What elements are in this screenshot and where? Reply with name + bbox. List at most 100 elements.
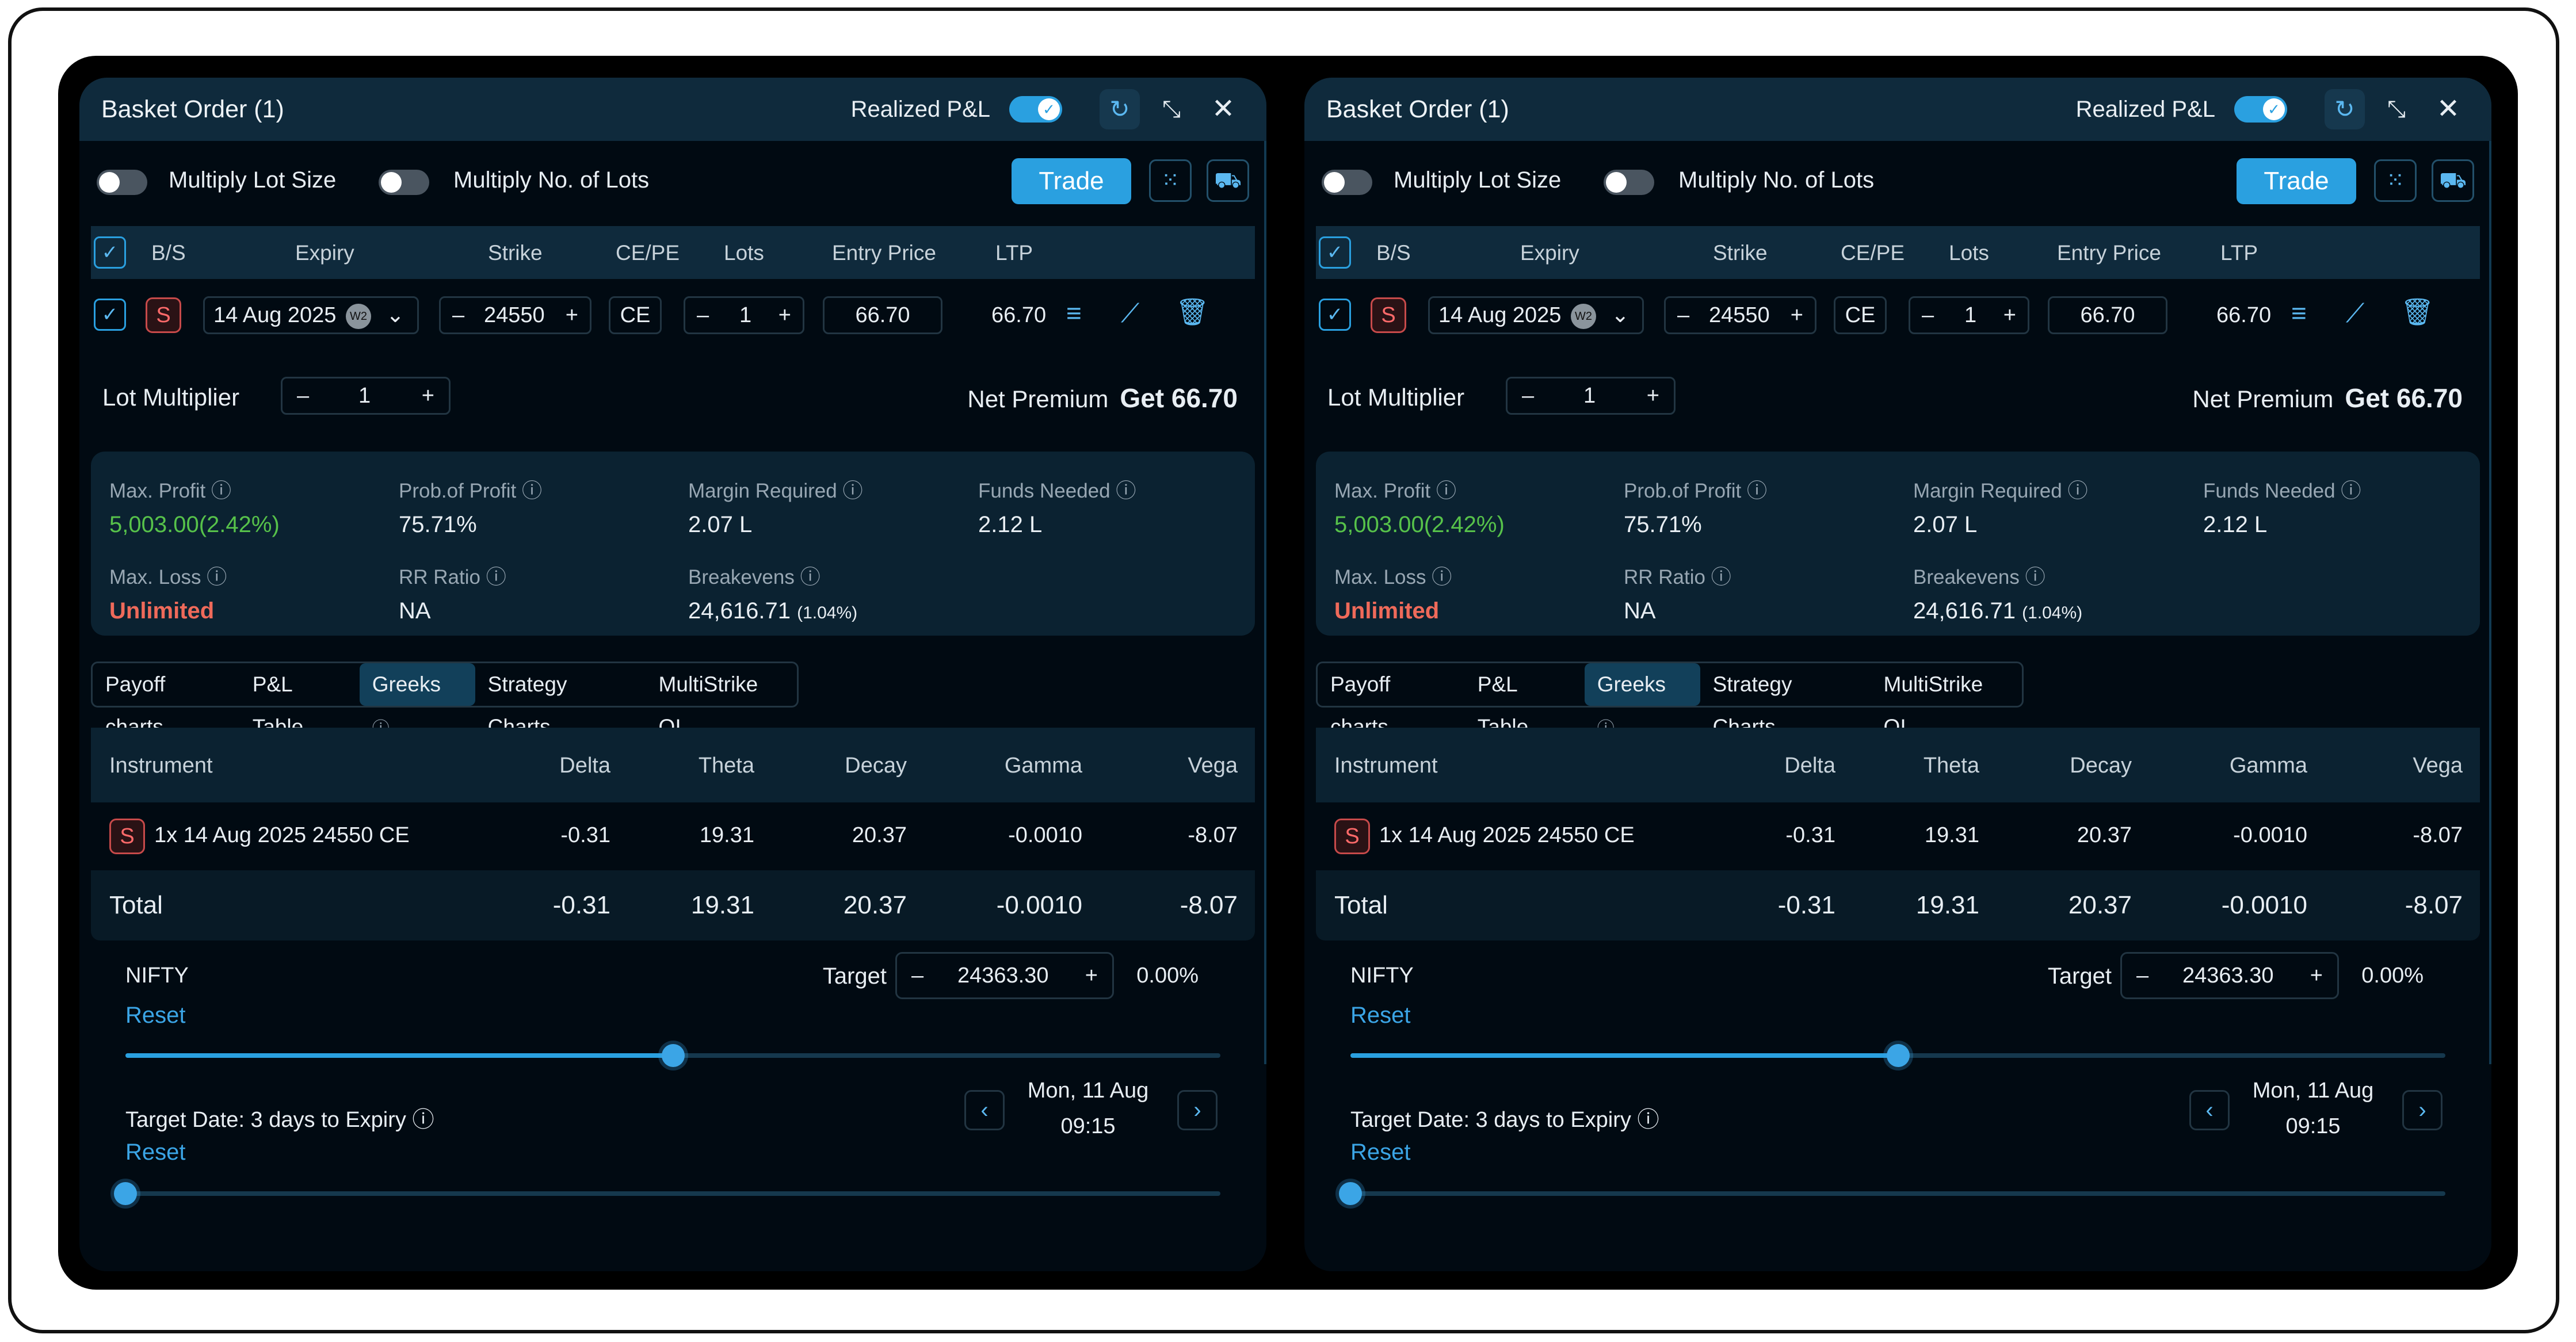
option-type-select[interactable]: CE xyxy=(1834,296,1887,334)
info-icon[interactable]: ⓘ xyxy=(211,480,231,502)
tab-payoff-charts[interactable]: Payoff charts xyxy=(1318,663,1465,739)
date-slider-handle[interactable] xyxy=(1339,1182,1362,1205)
lot-multiplier-stepper[interactable]: – 1 + xyxy=(1506,377,1676,415)
lot-multiplier-stepper[interactable]: – 1 + xyxy=(281,377,451,415)
reset-target-link[interactable]: Reset xyxy=(1350,1003,1411,1029)
tab-pnl-table[interactable]: P&L Table xyxy=(1465,663,1585,739)
lot-multiplier-plus[interactable]: + xyxy=(1647,378,1659,413)
reset-date-link[interactable]: Reset xyxy=(125,1140,186,1165)
tab-multistrike-oi[interactable]: MultiStrike OI xyxy=(1871,663,2022,739)
refresh-icon[interactable]: ↻ xyxy=(1100,89,1140,129)
info-icon[interactable]: ⓘ xyxy=(522,480,542,502)
basket-icon[interactable]: ⛟ xyxy=(2432,159,2474,202)
refresh-icon[interactable]: ↻ xyxy=(2325,89,2365,129)
scrollbar[interactable] xyxy=(2489,141,2491,1064)
target-slider-handle[interactable] xyxy=(661,1044,685,1067)
info-icon[interactable]: ⓘ xyxy=(412,1108,434,1132)
target-minus-button[interactable]: – xyxy=(2136,954,2148,997)
lots-minus-button[interactable]: – xyxy=(697,298,709,332)
date-slider[interactable] xyxy=(1339,1182,2445,1205)
chart-icon[interactable]: ⟋ xyxy=(1121,297,1139,330)
realized-pnl-toggle[interactable] xyxy=(2234,96,2287,123)
next-date-button[interactable]: › xyxy=(1177,1090,1218,1130)
tab-pnl-table[interactable]: P&L Table xyxy=(240,663,360,739)
reset-date-link[interactable]: Reset xyxy=(1350,1140,1411,1165)
info-icon[interactable]: ⓘ xyxy=(2341,480,2361,502)
info-icon[interactable]: ⓘ xyxy=(842,480,863,502)
multiply-no-lots-toggle[interactable] xyxy=(379,170,429,195)
info-icon[interactable]: ⓘ xyxy=(1747,480,1767,502)
info-icon[interactable]: ⓘ xyxy=(1432,566,1452,588)
tab-multistrike-oi[interactable]: MultiStrike OI xyxy=(646,663,797,739)
info-icon[interactable]: ⓘ xyxy=(1436,480,1456,502)
strike-plus-button[interactable]: + xyxy=(566,298,578,332)
tab-payoff-charts[interactable]: Payoff charts xyxy=(93,663,240,739)
lot-multiplier-plus[interactable]: + xyxy=(422,378,434,413)
close-icon[interactable]: ✕ xyxy=(2428,89,2468,129)
prev-date-button[interactable]: ‹ xyxy=(964,1090,1005,1130)
info-icon[interactable]: ⓘ xyxy=(207,566,227,588)
target-minus-button[interactable]: – xyxy=(911,954,923,997)
filter-icon[interactable]: ≡ xyxy=(1066,297,1082,328)
multiply-no-lots-toggle[interactable] xyxy=(1604,170,1654,195)
close-icon[interactable]: ✕ xyxy=(1203,89,1243,129)
target-slider[interactable] xyxy=(1350,1044,2445,1067)
info-icon[interactable]: ⓘ xyxy=(486,566,506,588)
prev-date-button[interactable]: ‹ xyxy=(2189,1090,2230,1130)
lots-plus-button[interactable]: + xyxy=(778,298,791,332)
info-icon[interactable]: ⓘ xyxy=(2067,480,2087,502)
multiply-lot-size-toggle[interactable] xyxy=(97,170,147,195)
basket-icon[interactable]: ⛟ xyxy=(1207,159,1249,202)
target-plus-button[interactable]: + xyxy=(1085,954,1098,997)
target-slider-handle[interactable] xyxy=(1886,1044,1910,1067)
target-stepper[interactable]: – 24363.30 + xyxy=(895,952,1114,999)
lots-stepper[interactable]: – 1 + xyxy=(684,296,804,334)
expiry-select[interactable]: 14 Aug 2025 W2 ⌄ xyxy=(203,296,419,334)
multiply-lot-size-toggle[interactable] xyxy=(1322,170,1372,195)
info-icon[interactable]: ⓘ xyxy=(1637,1108,1659,1132)
tab-strategy-charts[interactable]: Strategy Charts xyxy=(475,663,646,739)
select-all-checkbox[interactable]: ✓ xyxy=(1319,236,1351,269)
lot-multiplier-minus[interactable]: – xyxy=(297,378,309,413)
option-type-select[interactable]: CE xyxy=(609,296,662,334)
next-date-button[interactable]: › xyxy=(2402,1090,2443,1130)
info-icon[interactable]: ⓘ xyxy=(1711,566,1731,588)
trash-icon[interactable]: 🗑 xyxy=(1176,296,1209,328)
reset-target-link[interactable]: Reset xyxy=(125,1003,186,1029)
sell-badge[interactable]: S xyxy=(146,297,181,333)
target-plus-button[interactable]: + xyxy=(2310,954,2323,997)
strike-stepper[interactable]: – 24550 + xyxy=(439,296,591,334)
info-icon[interactable]: ⓘ xyxy=(800,566,820,588)
sell-badge[interactable]: S xyxy=(1371,297,1406,333)
leg-checkbox[interactable]: ✓ xyxy=(1319,299,1351,331)
strike-plus-button[interactable]: + xyxy=(1791,298,1803,332)
target-slider[interactable] xyxy=(125,1044,1220,1067)
lot-multiplier-minus[interactable]: – xyxy=(1522,378,1534,413)
leg-checkbox[interactable]: ✓ xyxy=(94,299,126,331)
expiry-select[interactable]: 14 Aug 2025 W2 ⌄ xyxy=(1428,296,1644,334)
trade-button[interactable]: Trade xyxy=(1012,158,1131,204)
tab-greeks[interactable]: Greeks ⓘ xyxy=(1584,663,1700,738)
trash-icon[interactable]: 🗑 xyxy=(2401,296,2434,328)
filter-icon[interactable]: ≡ xyxy=(2291,297,2307,328)
entry-price-input[interactable]: 66.70 xyxy=(823,296,942,334)
date-slider[interactable] xyxy=(114,1182,1220,1205)
target-stepper[interactable]: – 24363.30 + xyxy=(2120,952,2339,999)
tab-greeks[interactable]: Greeks ⓘ xyxy=(359,663,475,738)
grid-icon[interactable]: ⁙ xyxy=(2374,159,2417,202)
entry-price-input[interactable]: 66.70 xyxy=(2048,296,2167,334)
grid-icon[interactable]: ⁙ xyxy=(1149,159,1192,202)
minimize-icon[interactable]: ⤡ xyxy=(2376,89,2417,129)
lots-plus-button[interactable]: + xyxy=(2003,298,2016,332)
date-slider-handle[interactable] xyxy=(114,1182,137,1205)
realized-pnl-toggle[interactable] xyxy=(1009,96,1062,123)
info-icon[interactable]: ⓘ xyxy=(2025,566,2045,588)
minimize-icon[interactable]: ⤡ xyxy=(1151,89,1192,129)
strike-minus-button[interactable]: – xyxy=(452,298,464,332)
strike-stepper[interactable]: – 24550 + xyxy=(1664,296,1816,334)
lots-minus-button[interactable]: – xyxy=(1922,298,1934,332)
strike-minus-button[interactable]: – xyxy=(1677,298,1689,332)
info-icon[interactable]: ⓘ xyxy=(1116,480,1136,502)
trade-button[interactable]: Trade xyxy=(2237,158,2356,204)
lots-stepper[interactable]: – 1 + xyxy=(1909,296,2029,334)
